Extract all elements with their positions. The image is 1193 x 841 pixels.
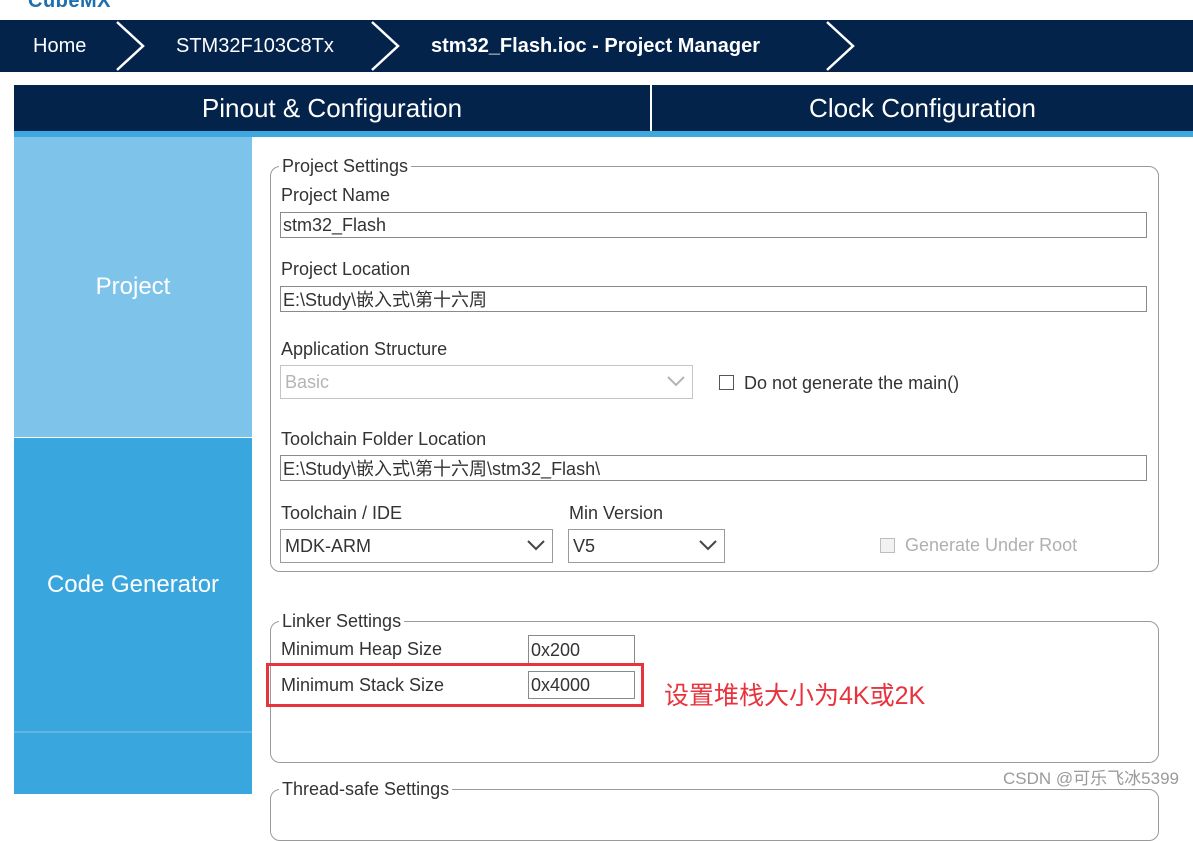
toolchain-ide-value: MDK-ARM [285, 536, 371, 556]
sidebar-item-label: Code Generator [46, 570, 220, 598]
toolchain-folder-input[interactable] [280, 455, 1147, 481]
cubemx-logo: CubeMX [28, 0, 111, 12]
annotation-highlight-box [266, 663, 644, 707]
tab-clock-configuration[interactable]: Clock Configuration [652, 85, 1193, 131]
min-version-select[interactable]: V5 [568, 529, 725, 563]
chevron-right-icon [826, 21, 855, 71]
chevron-right-icon [116, 21, 145, 71]
breadcrumb-mcu[interactable]: STM32F103C8Tx [176, 20, 334, 72]
application-structure-label: Application Structure [281, 339, 448, 359]
toolchain-ide-select[interactable]: MDK-ARM [280, 529, 553, 563]
sidebar-item-code-generator[interactable]: Code Generator [14, 438, 252, 731]
chevron-down-icon [527, 540, 545, 551]
min-version-value: V5 [573, 536, 596, 556]
do-not-generate-main-label: Do not generate the main() [744, 373, 960, 393]
breadcrumb: Home STM32F103C8Tx stm32_Flash.ioc - Pro… [0, 20, 1193, 72]
application-structure-select[interactable]: Basic [280, 365, 693, 399]
annotation-text: 设置堆栈大小为4K或2K [664, 682, 926, 710]
generate-under-root-checkbox[interactable] [880, 538, 895, 553]
project-name-label: Project Name [281, 185, 391, 205]
project-location-label: Project Location [281, 259, 411, 279]
sidebar-item-project[interactable]: Project [14, 137, 252, 437]
project-name-input[interactable] [280, 212, 1147, 238]
toolchain-ide-label: Toolchain / IDE [281, 503, 403, 523]
breadcrumb-home[interactable]: Home [33, 20, 86, 72]
sidebar: Project Code Generator [14, 137, 252, 794]
sidebar-item-label: Project [95, 273, 171, 300]
toolchain-folder-label: Toolchain Folder Location [281, 429, 487, 449]
min-heap-size-label: Minimum Heap Size [281, 639, 443, 659]
tab-pinout-configuration[interactable]: Pinout & Configuration [14, 85, 650, 131]
watermark: CSDN @可乐飞冰5399 [1003, 769, 1179, 788]
min-heap-size-input[interactable] [528, 635, 635, 665]
chevron-down-icon [667, 376, 685, 387]
min-version-label: Min Version [569, 503, 664, 523]
generate-under-root-label: Generate Under Root [905, 535, 1078, 555]
sidebar-item-advanced-settings[interactable] [14, 733, 252, 794]
main-tabs: Pinout & Configuration Clock Configurati… [14, 85, 1193, 131]
project-settings-legend: Project Settings [282, 156, 409, 176]
breadcrumb-project-manager[interactable]: stm32_Flash.ioc - Project Manager [431, 20, 760, 72]
linker-settings-legend: Linker Settings [282, 611, 402, 631]
do-not-generate-main-checkbox[interactable] [719, 375, 734, 390]
application-structure-value: Basic [285, 372, 330, 392]
project-location-input[interactable] [280, 286, 1147, 312]
chevron-right-icon [371, 21, 400, 71]
thread-safe-settings-legend: Thread-safe Settings [282, 779, 450, 799]
chevron-down-icon [699, 540, 717, 551]
